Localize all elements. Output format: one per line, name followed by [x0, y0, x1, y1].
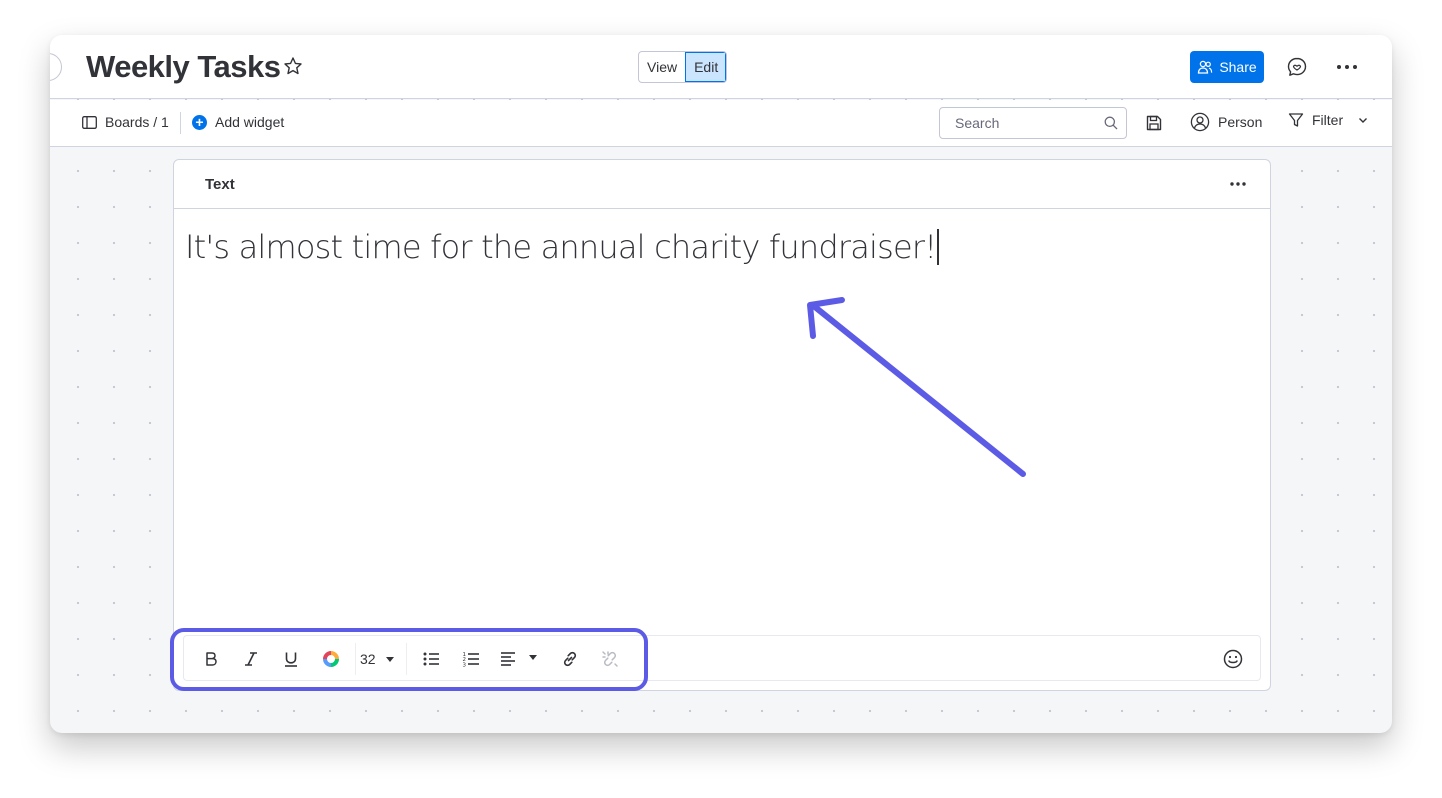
text-editor[interactable]: It's almost time for the annual charity …	[185, 228, 939, 266]
text-caret	[937, 229, 939, 265]
boards-crumb-label: Boards / 1	[105, 114, 169, 130]
share-button[interactable]: Share	[1190, 51, 1264, 83]
updates-icon[interactable]	[1285, 55, 1309, 79]
emoji-icon[interactable]	[1222, 648, 1244, 670]
widget-title: Text	[205, 176, 235, 193]
person-filter-button[interactable]: Person	[1190, 112, 1262, 132]
bullet-list-icon[interactable]	[418, 646, 444, 672]
filter-icon	[1288, 113, 1304, 127]
add-widget-label: Add widget	[215, 114, 285, 130]
editor-content: It's almost time for the annual charity …	[185, 228, 937, 266]
person-label: Person	[1218, 114, 1263, 130]
share-people-icon	[1198, 60, 1213, 74]
collapse-icon[interactable]	[50, 53, 62, 81]
view-edit-toggle: View Edit	[638, 51, 728, 83]
search-input[interactable]	[940, 108, 1090, 138]
star-icon[interactable]	[283, 56, 303, 76]
board-icon	[82, 115, 97, 129]
text-widget: Text It's almost time for the annual cha…	[173, 159, 1271, 691]
underline-icon[interactable]	[278, 646, 304, 672]
plus-circle-icon: +	[192, 114, 207, 130]
align-dropdown-caret-icon[interactable]	[529, 655, 537, 660]
board-toolbar: Boards / 1 + Add widget Person	[50, 100, 1392, 147]
boards-breadcrumb[interactable]: Boards / 1	[82, 114, 169, 130]
toolbar-divider	[180, 112, 181, 134]
align-icon[interactable]	[495, 646, 521, 672]
chevron-down-icon[interactable]	[1357, 114, 1369, 126]
add-widget-button[interactable]: + Add widget	[192, 114, 284, 130]
font-size-value: 32	[360, 651, 376, 667]
more-icon[interactable]	[1335, 55, 1359, 79]
format-toolbar: 32 123	[183, 635, 1261, 681]
filter-label: Filter	[1312, 112, 1344, 128]
numbered-list-icon[interactable]: 123	[458, 646, 484, 672]
font-size-select[interactable]: 32	[355, 643, 407, 675]
save-icon[interactable]	[1145, 114, 1163, 132]
search-icon[interactable]	[1104, 116, 1118, 130]
search-box	[939, 107, 1127, 139]
view-mode-button[interactable]: View	[639, 52, 685, 82]
filter-button[interactable]: Filter	[1288, 112, 1369, 128]
person-icon	[1190, 112, 1210, 132]
edit-mode-button[interactable]: Edit	[685, 52, 727, 82]
bold-icon[interactable]	[198, 646, 224, 672]
share-label: Share	[1219, 59, 1257, 75]
dropdown-caret-icon	[385, 656, 394, 662]
dashboard-window: Weekly Tasks View Edit Share Boards / 1 …	[50, 35, 1392, 733]
widget-header: Text	[174, 160, 1270, 209]
italic-icon[interactable]	[238, 646, 264, 672]
color-wheel-icon[interactable]	[318, 646, 344, 672]
top-bar: Weekly Tasks View Edit Share	[50, 35, 1392, 99]
svg-text:3: 3	[463, 663, 467, 669]
more-icon[interactable]	[1228, 174, 1248, 194]
link-icon[interactable]	[557, 646, 583, 672]
page-title: Weekly Tasks	[86, 49, 281, 84]
unlink-icon[interactable]	[597, 646, 623, 672]
